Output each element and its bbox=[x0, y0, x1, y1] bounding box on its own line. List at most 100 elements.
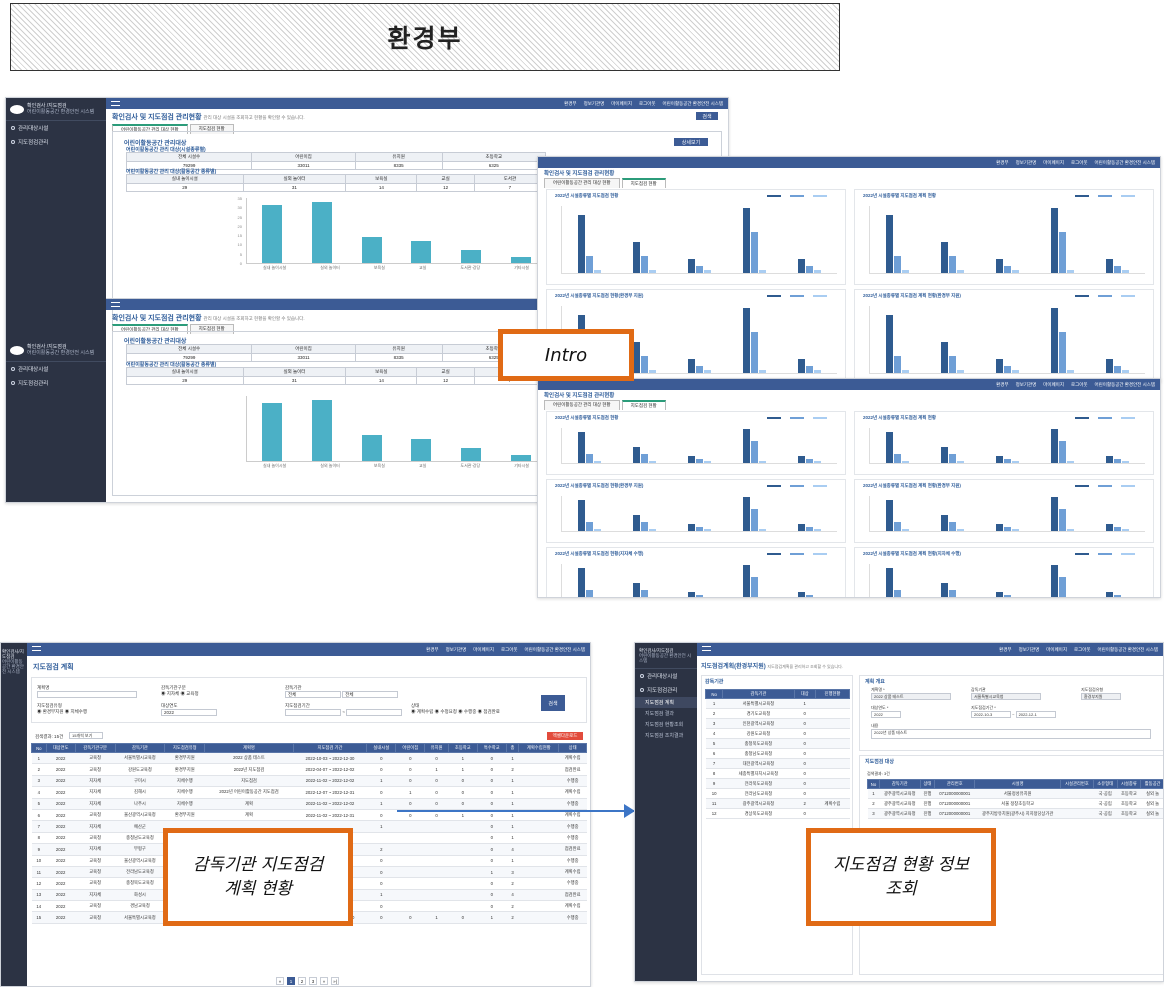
dash-tab-inspection[interactable]: 지도점검 현황 bbox=[621, 178, 666, 188]
year-value[interactable]: 2022 bbox=[871, 711, 901, 718]
col-header[interactable]: 상태 bbox=[558, 743, 587, 753]
col-header[interactable]: 시설명 bbox=[974, 779, 1062, 789]
page-size-select[interactable]: 15개씩 보기 bbox=[69, 732, 103, 739]
agency-row[interactable]: 6 충청남도교육청 0 bbox=[705, 748, 850, 759]
hamburger-icon-d[interactable] bbox=[702, 646, 711, 651]
dash2-tab-target[interactable]: 어린이활동공간 관리 대상 현황 bbox=[544, 400, 620, 410]
dash-tab-target[interactable]: 어린이활동공간 관리 대상 현황 bbox=[544, 178, 620, 188]
agency-row[interactable]: 2 경기도교육청 0 bbox=[705, 708, 850, 719]
detail-button[interactable]: 상세보기 bbox=[674, 138, 708, 146]
col-header[interactable]: 감독기관 bbox=[878, 779, 921, 789]
col-header[interactable]: No bbox=[704, 689, 724, 699]
agency-row[interactable]: 12 경상북도교육청 0 bbox=[705, 808, 850, 819]
hamburger-icon-c[interactable] bbox=[32, 646, 41, 651]
nav-logout-c[interactable]: 로그아웃 bbox=[501, 647, 518, 653]
agency-select[interactable]: 전체 bbox=[285, 691, 341, 698]
agency-row[interactable]: 8 세종특별자치시교육청 0 bbox=[705, 768, 850, 779]
period-to-value[interactable]: 2022-12-1 bbox=[1015, 711, 1056, 718]
agency-row[interactable]: 10 전라남도교육청 0 bbox=[705, 788, 850, 799]
col-header[interactable]: No bbox=[31, 743, 47, 753]
agency-row[interactable]: 11 광주광역시교육청 2 계획수립 bbox=[705, 798, 850, 809]
nav-org-c[interactable]: 정보기관명 bbox=[446, 647, 467, 653]
col-header[interactable]: 대상연도 bbox=[45, 743, 76, 753]
target-row[interactable]: 1 광주광역시교육청 진행 0712000000001 서울정성유치원 국·공립 초등학교 실… bbox=[867, 788, 1163, 799]
col-header[interactable]: 감독기관 bbox=[722, 689, 795, 699]
agency-row[interactable]: 9 전라북도교육청 0 bbox=[705, 778, 850, 789]
target-row[interactable]: 3 광주광역시교육청 진행 0712000000001 광주지방유치원(광주시) 지지정… bbox=[867, 808, 1163, 819]
col-header[interactable]: 대상 bbox=[793, 689, 816, 699]
col-header[interactable]: 활동공간 bbox=[1140, 779, 1163, 789]
nav-env-c[interactable]: 환경부 bbox=[426, 647, 438, 653]
nav-logout[interactable]: 로그아웃 bbox=[639, 101, 656, 107]
agency-row[interactable]: 7 대전광역시교육청 0 bbox=[705, 758, 850, 769]
agency-row[interactable]: 3 인천광역시교육청 0 bbox=[705, 718, 850, 729]
col-header[interactable]: 시설종류 bbox=[1116, 779, 1142, 789]
nav-org-d[interactable]: 정보기관명 bbox=[1019, 647, 1040, 653]
search-button[interactable]: 검색 bbox=[696, 112, 718, 120]
sidebar-sub-status[interactable]: 지도점검 현황조회 bbox=[635, 719, 697, 730]
table-row[interactable]: 5 2022 지자체 나주시 지체수행 계획 2022-11-02 ~ 2022-12-02… bbox=[31, 798, 587, 810]
hamburger-icon[interactable] bbox=[111, 101, 120, 106]
page-button[interactable]: » bbox=[320, 977, 328, 985]
col-header[interactable]: 계획명 bbox=[204, 743, 294, 753]
col-header[interactable]: 감독기관구분 bbox=[74, 743, 116, 753]
sidebar-sub-result[interactable]: 지도점검 결과 bbox=[635, 708, 697, 719]
table-row[interactable]: 2 2022 교육청 강원도교육청 환경부지원 2022년 지도점검 2022-04-07 … bbox=[31, 763, 587, 776]
page-button[interactable]: »| bbox=[331, 977, 339, 985]
nav-mypage[interactable]: 마이페이지 bbox=[611, 101, 632, 107]
search-button-c[interactable]: 검색 bbox=[541, 695, 565, 711]
nav-logout-d[interactable]: 로그아웃 bbox=[1074, 647, 1091, 653]
sidebar-item-inspection[interactable]: 지도점검관리 bbox=[6, 135, 106, 149]
page-button[interactable]: 2 bbox=[298, 977, 306, 985]
year-input[interactable]: 2022 bbox=[161, 709, 217, 716]
table-row[interactable]: 1 2022 교육청 서울특별시교육청 환경부지원 2022 상품 테스트 2022-10-… bbox=[31, 752, 587, 765]
agency-sub-select[interactable]: 전체 bbox=[342, 691, 399, 698]
agency-row[interactable]: 5 충청북도교육청 0 bbox=[705, 738, 850, 749]
nav-mypage-c[interactable]: 마이페이지 bbox=[473, 647, 494, 653]
dash2-tab-inspection[interactable]: 지도점검 현황 bbox=[621, 400, 666, 410]
sidebar-item-inspection-2[interactable]: 지도점검관리 bbox=[6, 376, 106, 390]
col-header[interactable]: 특수학교 bbox=[476, 743, 507, 753]
sidebar-item-inspection-d[interactable]: 지도점검관리 bbox=[635, 683, 697, 697]
col-header[interactable]: 어린이집 bbox=[395, 743, 426, 753]
table-row[interactable]: 4 2022 지자체 김해시 지체수행 2022년 어린이활동공간 지도점검 2022-12… bbox=[31, 786, 587, 799]
agency-row[interactable]: 4 강원도교육청 0 bbox=[705, 728, 850, 739]
page-button[interactable]: 3 bbox=[309, 977, 317, 985]
nav-env-d[interactable]: 환경부 bbox=[999, 647, 1011, 653]
col-header[interactable]: 상태 bbox=[919, 779, 936, 789]
note-value[interactable]: 2022년 상품 테스트 bbox=[871, 729, 1151, 739]
nav-org[interactable]: 정보기관명 bbox=[584, 101, 605, 107]
agency-row[interactable]: 1 서울특별시교육청 1 bbox=[705, 698, 850, 709]
col-header[interactable]: 실내시설 bbox=[366, 743, 397, 753]
plan-name-value[interactable]: 2022 상품 테스트 bbox=[871, 693, 951, 700]
excel-button[interactable]: 엑셀다운로드 bbox=[547, 732, 583, 740]
col-header[interactable]: 총 bbox=[505, 743, 520, 753]
period-from-value[interactable]: 2022-10-3 bbox=[971, 711, 1011, 718]
nav-env[interactable]: 환경부 bbox=[564, 101, 576, 107]
sidebar-sub-action[interactable]: 지도점검 조치결과 bbox=[635, 730, 697, 741]
col-header[interactable]: 감독기관 bbox=[114, 743, 166, 753]
col-header[interactable]: 초등학교 bbox=[447, 743, 478, 753]
page-button[interactable]: « bbox=[276, 977, 284, 985]
sidebar-item-facilities[interactable]: 관리대상시설 bbox=[6, 121, 106, 135]
hamburger-icon-2[interactable] bbox=[111, 302, 120, 307]
sidebar-item-facilities-d[interactable]: 관리대상시설 bbox=[635, 669, 697, 683]
plan-name-input[interactable] bbox=[37, 691, 137, 698]
sidebar-sub-plan[interactable]: 지도점검 계획 bbox=[635, 697, 697, 708]
sidebar-item-facilities-2[interactable]: 관리대상시설 bbox=[6, 362, 106, 376]
nav-mypage-d[interactable]: 마이페이지 bbox=[1046, 647, 1067, 653]
period-to-input[interactable] bbox=[346, 709, 403, 716]
col-header[interactable]: 진행현황 bbox=[814, 689, 851, 699]
col-header[interactable]: 소유형태 bbox=[1092, 779, 1118, 789]
col-header[interactable]: 지도점검유형 bbox=[164, 743, 206, 753]
col-header[interactable]: 계획수립현황 bbox=[518, 743, 560, 753]
page-button[interactable]: 1 bbox=[287, 977, 295, 985]
table-row[interactable]: 3 2022 지자체 구미시 지체수행 지도점검 2022-11-02 ~ 2022-12-… bbox=[31, 775, 587, 788]
col-header[interactable]: No bbox=[867, 779, 880, 789]
col-header[interactable]: 관리번호 bbox=[934, 779, 976, 789]
col-header[interactable]: 유치원 bbox=[424, 743, 449, 753]
col-header[interactable]: 지도점검 기간 bbox=[292, 743, 368, 753]
target-row[interactable]: 2 광주광역시교육청 진행 0712000000001 서울 정창초등학교 국·공립 초등학… bbox=[867, 798, 1163, 809]
period-from-input[interactable] bbox=[285, 709, 341, 716]
col-header[interactable]: 시설관리번호 bbox=[1060, 779, 1094, 789]
